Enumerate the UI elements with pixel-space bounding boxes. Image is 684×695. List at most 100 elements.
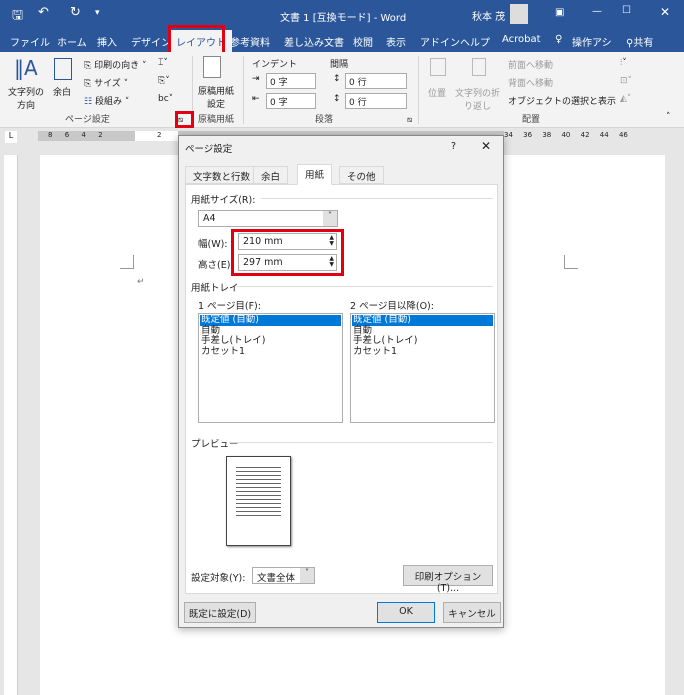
paragraph-launcher-icon[interactable]: ⧅	[407, 115, 412, 125]
page-setup-group-label: ページ設定	[65, 115, 110, 125]
first-page-tray-list[interactable]: 既定値 (自動) 自動 手差し(トレイ) カセット1	[198, 313, 343, 423]
orientation-icon: ⎘	[84, 61, 92, 71]
tab-paper[interactable]: 用紙	[297, 164, 333, 185]
tab-mailings[interactable]: 差し込み文書	[284, 34, 344, 49]
tab-characters-lines[interactable]: 文字数と行数	[185, 166, 259, 184]
space-after-input[interactable]: 0 行	[345, 93, 407, 109]
tab-selector-icon[interactable]: L	[5, 131, 17, 143]
ok-button[interactable]: OK	[377, 602, 435, 623]
highlight-size-fields	[231, 229, 344, 276]
selection-pane-button[interactable]: オブジェクトの選択と表示	[508, 94, 616, 107]
tab-review[interactable]: 校閲	[353, 34, 373, 49]
size-icon: ⎘	[84, 79, 92, 89]
ribbon-display-icon[interactable]: ▣	[555, 7, 564, 18]
bring-forward-button[interactable]: 前面へ移動	[508, 58, 553, 71]
list-item[interactable]: 既定値 (自動)	[352, 314, 493, 326]
highlight-page-setup-launcher	[175, 111, 194, 128]
page-preview	[226, 456, 291, 546]
paragraph-mark-icon: ↵	[137, 277, 145, 287]
paragraph-group-label: 段落	[315, 115, 334, 125]
customize-qat-icon[interactable]: ▾	[95, 8, 100, 18]
paper-size-select[interactable]: A4 ˅	[198, 210, 338, 227]
divider	[243, 56, 244, 124]
size-button[interactable]: ⎘ サイズ ˅	[84, 76, 128, 89]
indent-left-input[interactable]: 0 字	[266, 73, 316, 89]
arrange-group-label: 配置	[522, 115, 541, 125]
other-pages-tray-list[interactable]: 既定値 (自動) 自動 手差し(トレイ) カセット1	[350, 313, 495, 423]
ruler-left-ticks: 8 6 4 2	[48, 131, 103, 139]
first-page-label: 1 ページ目(F):	[198, 301, 261, 312]
page-setup-dialog: ページ設定 ? ✕ 文字数と行数 余白 用紙 その他 用紙サイズ(R): A4 ˅…	[178, 135, 504, 628]
space-after-icon: ↕	[333, 94, 341, 104]
redo-icon[interactable]: ↻	[70, 5, 81, 20]
ruler-tick: 2	[157, 131, 162, 139]
vertical-ruler[interactable]	[4, 155, 18, 695]
manuscript-group-label: 原稿用紙	[198, 115, 235, 125]
preview-label: プレビュー	[191, 439, 239, 450]
group-icon[interactable]: ⊡˅	[620, 76, 632, 86]
tell-me-box[interactable]: 操作アシ	[572, 34, 612, 49]
avatar[interactable]	[510, 4, 528, 24]
indent-right-icon: ⇤	[252, 94, 260, 104]
text-direction-icon: ‖A	[14, 56, 38, 80]
tab-view[interactable]: 表示	[386, 34, 406, 49]
columns-label: 段組み	[94, 97, 122, 107]
list-item[interactable]: 既定値 (自動)	[200, 314, 341, 326]
indent-left-icon: ⇥	[252, 74, 260, 84]
hyphenation-icon[interactable]: bc˅	[158, 94, 173, 104]
position-icon	[430, 58, 446, 76]
apply-to-select[interactable]: 文書全体 ˅	[252, 567, 315, 584]
rotate-icon[interactable]: ◭˅	[620, 94, 631, 104]
list-item[interactable]: 手差し(トレイ)	[352, 335, 493, 347]
minimize-icon[interactable]: —	[592, 6, 602, 17]
cancel-button[interactable]: キャンセル	[443, 602, 501, 623]
chevron-down-icon: ˅	[323, 211, 337, 226]
tab-help[interactable]: ヘルプ	[460, 34, 490, 49]
manuscript-button[interactable]: 原稿用紙 設定	[198, 84, 234, 110]
share-button[interactable]: ⚲共有	[626, 34, 653, 49]
indent-right-input[interactable]: 0 字	[266, 93, 316, 109]
list-item[interactable]: カセット1	[200, 346, 341, 358]
user-name: 秋本 茂	[472, 12, 506, 23]
tab-design[interactable]: デザイン	[131, 34, 171, 49]
orientation-label: 印刷の向き	[94, 61, 140, 71]
columns-button[interactable]: ☷ 段組み ˅	[84, 94, 129, 107]
line-numbers-icon[interactable]: ⎘˅	[158, 76, 170, 86]
title-bar: 🖫 ↶ ↻ ▾ 文書 1 [互換モード] - Word 秋本 茂 ▣ — ☐ ✕	[0, 0, 684, 30]
undo-icon[interactable]: ↶	[38, 5, 49, 20]
collapse-ribbon-icon[interactable]: ˄	[666, 112, 671, 122]
orientation-button[interactable]: ⎘ 印刷の向き ˅	[84, 58, 146, 71]
align-icon[interactable]: ⫶˅	[620, 58, 627, 68]
divider	[418, 56, 419, 124]
lightbulb-icon: ♀	[555, 34, 563, 45]
set-default-button[interactable]: 既定に設定(D)	[184, 602, 256, 623]
close-icon[interactable]: ✕	[481, 139, 491, 153]
size-label: サイズ	[94, 79, 121, 89]
tab-home[interactable]: ホーム	[57, 34, 87, 49]
columns-icon: ☷	[84, 97, 93, 107]
space-before-input[interactable]: 0 行	[345, 73, 407, 89]
maximize-icon[interactable]: ☐	[622, 5, 631, 16]
margins-button[interactable]: 余白	[53, 85, 71, 98]
tab-file[interactable]: ファイル	[10, 34, 50, 49]
tab-addins[interactable]: アドイン	[420, 34, 460, 49]
position-button[interactable]: 位置	[428, 86, 446, 99]
list-item[interactable]: カセット1	[352, 346, 493, 358]
breaks-icon[interactable]: ⌶˅	[158, 58, 168, 68]
tab-references[interactable]: 参考資料	[230, 34, 270, 49]
list-item[interactable]: 手差し(トレイ)	[200, 335, 341, 347]
text-direction-button[interactable]: 文字列の 方向	[8, 85, 44, 111]
tab-acrobat[interactable]: Acrobat	[502, 34, 541, 45]
paper-size-label: 用紙サイズ(R):	[191, 195, 256, 206]
tab-other[interactable]: その他	[339, 166, 384, 184]
send-backward-button[interactable]: 背面へ移動	[508, 76, 553, 89]
manuscript-icon	[203, 56, 221, 78]
wrap-text-button[interactable]: 文字列の折 り返し	[455, 86, 500, 112]
save-icon[interactable]: 🖫	[12, 6, 23, 28]
tab-insert[interactable]: 挿入	[97, 34, 117, 49]
other-pages-label: 2 ページ目以降(O):	[350, 301, 434, 312]
help-button[interactable]: ?	[451, 141, 456, 152]
print-options-button[interactable]: 印刷オプション(T)...	[403, 565, 493, 594]
tab-margins[interactable]: 余白	[253, 166, 289, 184]
close-icon[interactable]: ✕	[660, 5, 670, 19]
